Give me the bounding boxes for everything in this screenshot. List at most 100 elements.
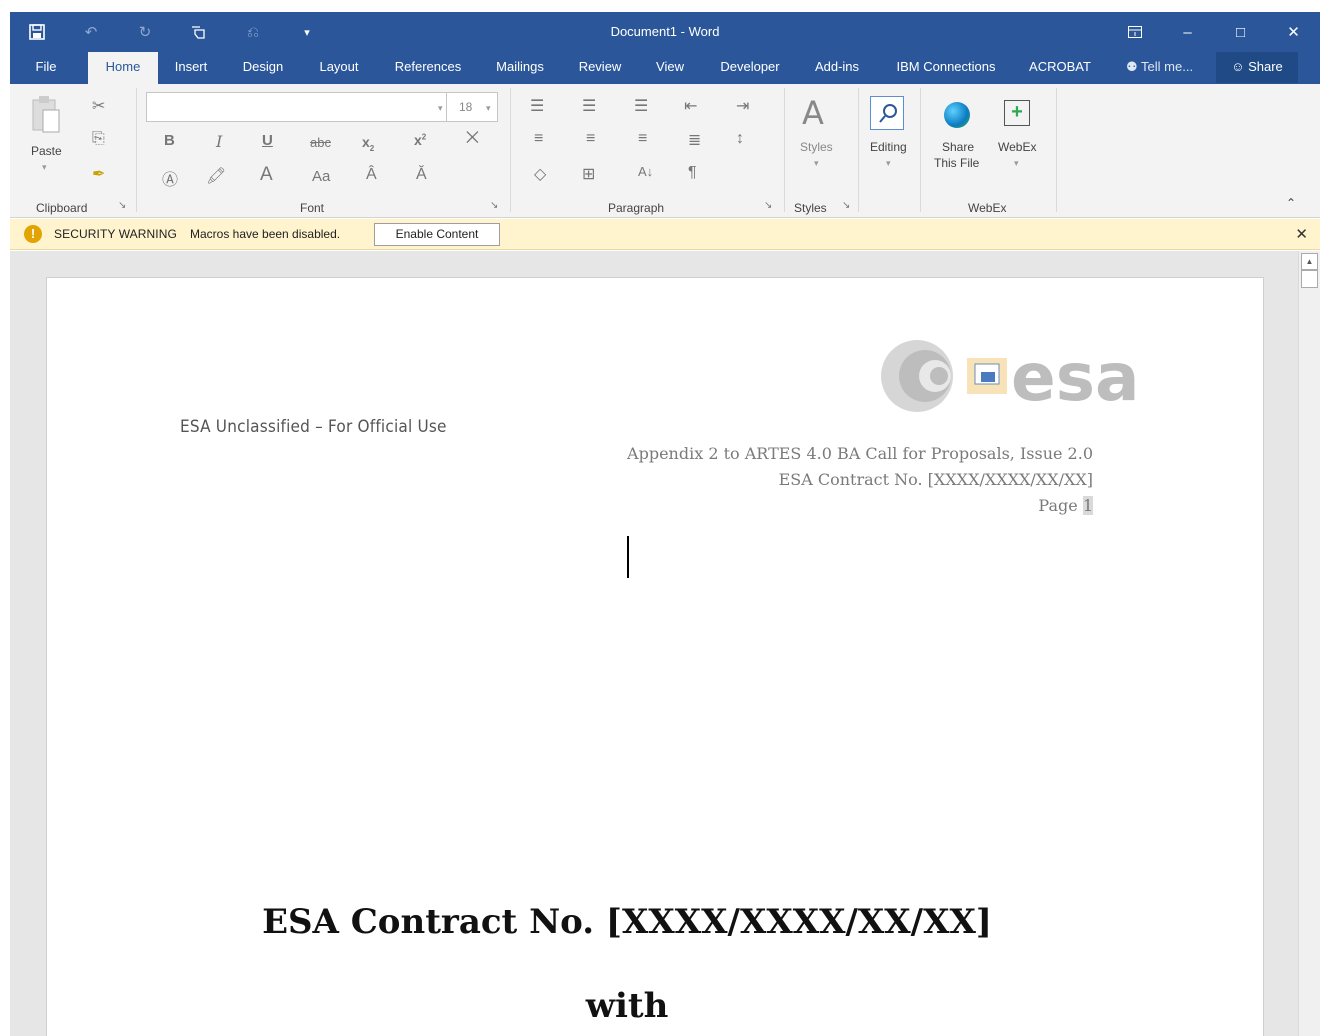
superscript-icon[interactable]: x2 [414,132,426,148]
subscript-icon[interactable]: x2 [362,134,374,153]
tab-insert[interactable]: Insert [166,52,216,84]
underline-icon[interactable]: U [262,132,273,149]
multilevel-list-icon[interactable]: ☰ [634,96,648,116]
title-bar: ↶ ↻ ⎌ ▾ Document1 - Word – □ ✕ [10,12,1320,52]
header-contract-line: ESA Contract No. [XXXX/XXXX/XX/XX] [778,470,1093,489]
page-number-field: 1 [1082,496,1093,515]
tell-me-label: Tell me... [1141,59,1194,74]
esa-logo: esa [877,334,1140,418]
share-this-file-button[interactable]: Share This File [930,90,990,180]
tab-developer[interactable]: Developer [713,52,787,84]
styles-label: Styles [800,140,833,154]
maximize-icon[interactable]: □ [1214,12,1267,52]
tab-design[interactable]: Design [236,52,290,84]
warning-icon: ! [24,225,42,243]
ribbon-home: Paste ▾ ✂ ⎘ ✒ Clipboard ↘ ▾ 18 ▾ B I U a… [10,84,1320,218]
bold-icon[interactable]: B [164,132,175,149]
line-spacing-icon[interactable]: ↕ [736,130,744,148]
grow-font-icon[interactable]: Â [366,166,377,184]
styles-dropdown-icon: ▾ [814,158,819,168]
decrease-indent-icon[interactable]: ⇤ [684,96,697,116]
tab-layout[interactable]: Layout [311,52,367,84]
font-color-icon[interactable]: A [260,164,273,186]
document-page[interactable]: esa ESA Unclassified – For Official Use … [46,277,1264,1036]
tab-mailings[interactable]: Mailings [488,52,552,84]
tell-me-box[interactable]: ⚉ Tell me... [1126,52,1193,84]
font-name-input[interactable] [146,92,450,122]
enable-content-button[interactable]: Enable Content [374,223,500,246]
tab-file[interactable]: File [26,52,66,84]
webex-label: WebEx [998,140,1037,154]
document-header: Appendix 2 to ARTES 4.0 BA Call for Prop… [627,441,1093,519]
paste-button[interactable]: Paste ▾ [28,92,68,172]
paste-label: Paste [31,144,62,158]
close-warning-icon[interactable]: ✕ [1295,225,1308,243]
align-left-icon[interactable]: ≡ [534,130,543,148]
divider [920,88,921,212]
paste-icon [32,96,60,133]
vertical-scrollbar[interactable]: ▲ [1298,251,1320,1036]
scroll-up-icon[interactable]: ▲ [1301,253,1318,270]
show-formatting-icon[interactable]: ¶ [688,164,697,182]
tab-add-ins[interactable]: Add-ins [807,52,867,84]
paragraph-launcher-icon[interactable]: ↘ [764,200,772,211]
borders-icon[interactable]: ⊞ [582,164,595,184]
change-case-icon[interactable]: Aa [312,168,330,185]
webex-add-icon: + [1004,100,1030,126]
divider [510,88,511,212]
divider [1056,88,1057,212]
page-label: Page [1038,496,1078,515]
webex-globe-icon [944,102,970,128]
editing-button[interactable]: Editing ▾ [866,90,914,180]
copy-icon[interactable]: ⎘ [92,130,105,148]
tab-ibm-connections[interactable]: IBM Connections [890,52,1002,84]
scroll-thumb[interactable] [1301,270,1318,288]
styles-button[interactable]: A Styles ▾ [796,90,842,180]
security-warning-bar: ! SECURITY WARNING Macros have been disa… [10,219,1320,250]
clipboard-launcher-icon[interactable]: ↘ [118,200,126,211]
bullets-icon[interactable]: ☰ [530,96,544,116]
shrink-font-icon[interactable]: Ǎ [416,166,427,184]
classification-label: ESA Unclassified – For Official Use [180,417,447,437]
italic-icon[interactable]: I [216,132,222,151]
shading-icon[interactable]: ◇ [534,164,546,184]
minimize-icon[interactable]: – [1161,12,1214,52]
font-dropdown-icon[interactable]: ▾ [438,103,443,114]
cut-icon[interactable]: ✂ [92,96,105,116]
text-effects-icon[interactable]: Ⓐ [162,166,178,190]
sort-icon[interactable]: A↓ [638,164,653,179]
tab-references[interactable]: References [389,52,467,84]
tab-review[interactable]: Review [573,52,627,84]
styles-launcher-icon[interactable]: ↘ [842,200,850,211]
clipboard-group-label: Clipboard [36,201,88,215]
window-controls: – □ ✕ [1108,12,1320,52]
justify-icon[interactable]: ≣ [688,130,701,150]
tab-acrobat[interactable]: ACROBAT [1026,52,1094,84]
clear-formatting-icon[interactable]: ⨉ [466,130,479,148]
lightbulb-icon: ⚉ [1126,59,1138,74]
header-appendix-line: Appendix 2 to ARTES 4.0 BA Call for Prop… [627,444,1093,463]
with-heading: with [585,986,669,1026]
security-warning-title: SECURITY WARNING [54,227,177,241]
search-icon [870,96,904,130]
collapse-ribbon-icon[interactable]: ⌃ [1286,196,1296,210]
ribbon-display-icon[interactable] [1108,12,1161,52]
person-share-icon: ☺ [1231,59,1245,74]
font-launcher-icon[interactable]: ↘ [490,200,498,211]
tab-home[interactable]: Home [88,52,158,84]
esa-logo-text: esa [1011,339,1140,416]
tab-view[interactable]: View [646,52,694,84]
share-button[interactable]: ☺ Share [1216,52,1298,83]
webex-dropdown-icon: ▾ [1014,158,1019,168]
share-this-file-label-1: Share [942,140,975,154]
highlight-icon[interactable]: 🖍 [206,166,226,186]
font-size-dropdown-icon[interactable]: ▾ [486,103,491,114]
strikethrough-icon[interactable]: abc [310,135,331,150]
webex-button[interactable]: + WebEx ▾ [994,90,1044,180]
align-right-icon[interactable]: ≡ [638,130,647,148]
increase-indent-icon[interactable]: ⇥ [736,96,749,116]
align-center-icon[interactable]: ≡ [586,130,595,148]
format-painter-icon[interactable]: ✒ [92,164,105,184]
close-icon[interactable]: ✕ [1267,12,1320,52]
numbering-icon[interactable]: ☰ [582,96,596,116]
